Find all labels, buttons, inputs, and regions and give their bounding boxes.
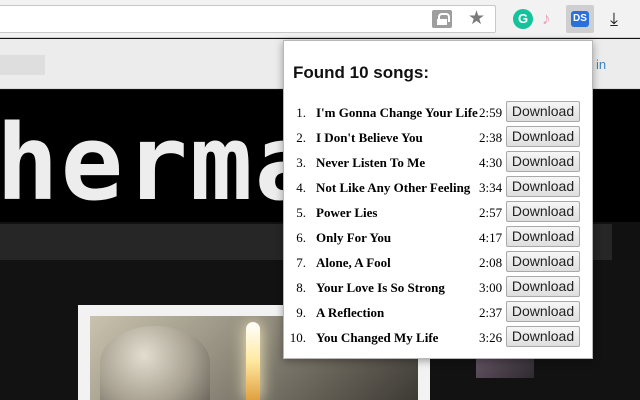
song-title: A Reflection bbox=[316, 305, 385, 320]
album-art-face bbox=[100, 326, 210, 400]
song-title: You Changed My Life bbox=[316, 330, 439, 345]
song-number: 5. bbox=[296, 205, 306, 220]
song-row: 6. Only For You 4:17 Download bbox=[284, 225, 594, 250]
download-button[interactable]: Download bbox=[506, 176, 580, 197]
song-number: 10. bbox=[289, 330, 306, 345]
song-row: 5. Power Lies 2:57 Download bbox=[284, 200, 594, 225]
song-title: Alone, A Fool bbox=[316, 255, 391, 270]
download-button[interactable]: Download bbox=[506, 126, 580, 147]
address-bar[interactable] bbox=[0, 5, 496, 33]
download-button[interactable]: Download bbox=[506, 226, 580, 247]
song-number: 3. bbox=[296, 155, 306, 170]
song-title: I'm Gonna Change Your Life bbox=[316, 105, 478, 120]
download-button[interactable]: Download bbox=[506, 101, 580, 122]
song-number: 1. bbox=[296, 105, 306, 120]
song-duration: 3:34 bbox=[479, 180, 503, 195]
song-duration: 4:30 bbox=[479, 155, 503, 170]
song-row: 2. I Don't Believe You 2:38 Download bbox=[284, 125, 594, 150]
song-number: 4. bbox=[296, 180, 306, 195]
song-row: 4. Not Like Any Other Feeling 3:34 Download bbox=[284, 175, 594, 200]
song-duration: 4:17 bbox=[479, 230, 503, 245]
album-art-flame bbox=[246, 322, 260, 400]
banner-logo-text: herma bbox=[0, 102, 320, 222]
song-row: 9. A Reflection 2:37 Download bbox=[284, 300, 594, 325]
download-button[interactable]: Download bbox=[506, 276, 580, 297]
download-arrow-icon[interactable]: ⤓ bbox=[610, 8, 618, 30]
lock-icon[interactable] bbox=[432, 10, 452, 28]
browser-toolbar: ★ G ♪ DS ⤓ bbox=[0, 0, 640, 38]
song-duration: 2:38 bbox=[479, 130, 503, 145]
song-list: 1. I'm Gonna Change Your Life 2:59 Download… bbox=[284, 100, 594, 350]
song-number: 6. bbox=[296, 230, 306, 245]
song-title: Only For You bbox=[316, 230, 392, 245]
song-row: 1. I'm Gonna Change Your Life 2:59 Download bbox=[284, 100, 594, 125]
song-row: 3. Never Listen To Me 4:30 Download bbox=[284, 150, 594, 175]
song-duration: 2:57 bbox=[479, 205, 503, 220]
song-title: Your Love Is So Strong bbox=[316, 280, 445, 295]
grammarly-icon[interactable]: G bbox=[513, 9, 533, 29]
extension-icon[interactable]: DS bbox=[566, 5, 594, 33]
download-button[interactable]: Download bbox=[506, 326, 580, 347]
song-number: 8. bbox=[296, 280, 306, 295]
song-number: 2. bbox=[296, 130, 306, 145]
song-number: 7. bbox=[296, 255, 306, 270]
song-duration: 3:26 bbox=[479, 330, 503, 345]
song-row: 10. You Changed My Life 3:26 Download bbox=[284, 325, 594, 350]
popup-title: Found 10 songs: bbox=[293, 63, 429, 82]
star-icon[interactable]: ★ bbox=[468, 8, 485, 30]
song-number: 9. bbox=[296, 305, 306, 320]
song-title: I Don't Believe You bbox=[316, 130, 423, 145]
song-row: 7. Alone, A Fool 2:08 Download bbox=[284, 250, 594, 275]
music-note-icon[interactable]: ♪ bbox=[542, 8, 551, 30]
song-title: Never Listen To Me bbox=[316, 155, 426, 170]
song-title: Not Like Any Other Feeling bbox=[316, 180, 471, 195]
song-duration: 2:08 bbox=[479, 255, 503, 270]
song-title: Power Lies bbox=[316, 205, 378, 220]
song-row: 8. Your Love Is So Strong 3:00 Download bbox=[284, 275, 594, 300]
song-duration: 2:59 bbox=[479, 105, 503, 120]
song-duration: 3:00 bbox=[479, 280, 503, 295]
header-search-field[interactable] bbox=[0, 55, 45, 75]
download-button[interactable]: Download bbox=[506, 201, 580, 222]
songs-popup: Found 10 songs: 1. I'm Gonna Change Your … bbox=[283, 40, 593, 359]
download-button[interactable]: Download bbox=[506, 151, 580, 172]
song-duration: 2:37 bbox=[479, 305, 503, 320]
download-button[interactable]: Download bbox=[506, 301, 580, 322]
header-link[interactable]: in bbox=[596, 57, 606, 72]
download-button[interactable]: Download bbox=[506, 251, 580, 272]
extension-glyph: DS bbox=[571, 11, 589, 27]
